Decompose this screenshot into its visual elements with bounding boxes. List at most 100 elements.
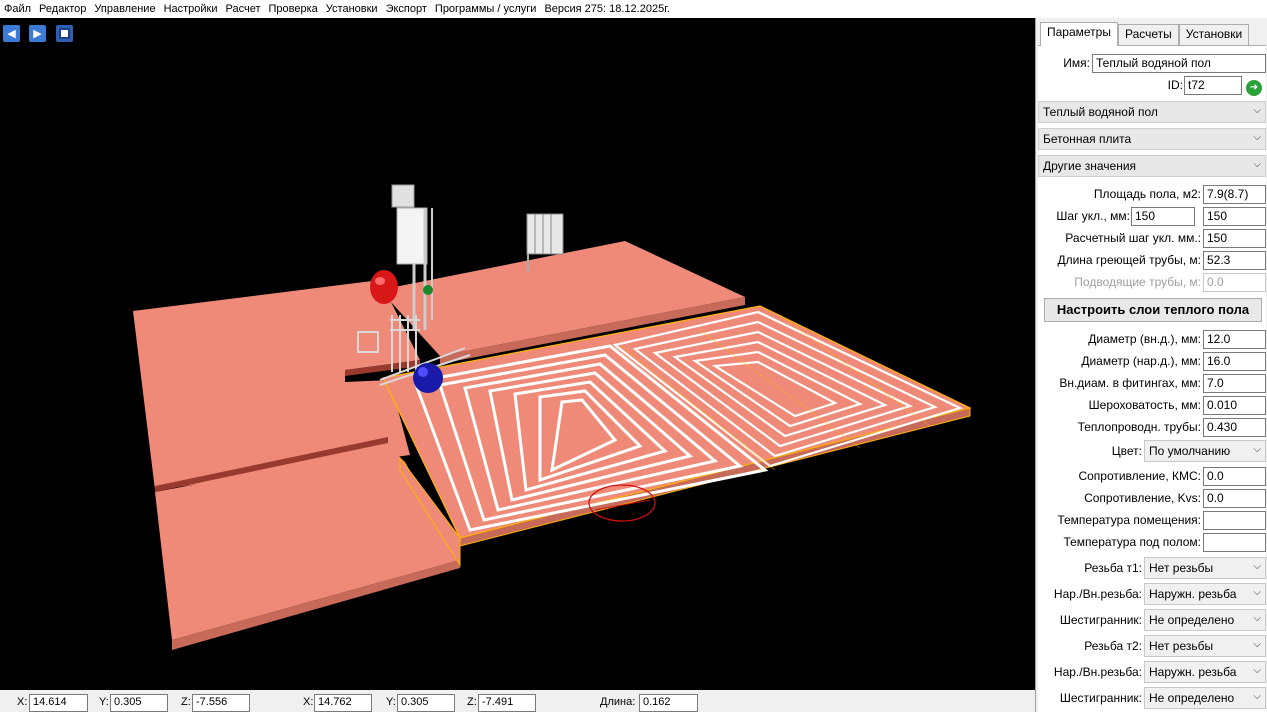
fitting-diameter-field[interactable]: 7.0 <box>1203 374 1266 393</box>
area-label: Площадь пола, м2: <box>1093 187 1201 201</box>
area-field[interactable]: 7.9(8.7) <box>1203 185 1266 204</box>
nv1-label: Нар./Вн.резьба: <box>1053 587 1142 601</box>
color-label: Цвет: <box>1111 444 1142 458</box>
other-values-dropdown[interactable]: Другие значения ⌵ <box>1038 155 1266 177</box>
menu-version: Версия 275: 18.12.2025г. <box>544 3 670 15</box>
thread1-label: Резьба т1: <box>1084 561 1142 575</box>
y2-label: Y: <box>386 696 396 708</box>
room-temp-field[interactable] <box>1203 511 1266 530</box>
y2-field[interactable]: 0.305 <box>397 694 455 712</box>
thread2-value: Нет резьбы <box>1149 639 1214 653</box>
chevron-down-icon: ⌵ <box>1253 132 1261 143</box>
configure-layers-button[interactable]: Настроить слои теплого пола <box>1044 298 1262 322</box>
pipe-length-label: Длина греющей трубы, м: <box>1057 253 1201 267</box>
id-field[interactable]: t72 <box>1184 76 1242 95</box>
hex1-select[interactable]: Не определено ⌵ <box>1144 609 1266 631</box>
chevron-down-icon: ⌵ <box>1253 159 1261 170</box>
other-values-value: Другие значения <box>1043 159 1137 173</box>
thread2-label: Резьба т2: <box>1084 639 1142 653</box>
kvs-label: Сопротивление, Kvs: <box>1084 491 1201 505</box>
viewport-3d[interactable]: ◀ ▶ <box>0 18 1035 690</box>
nv1-select[interactable]: Наружн. резьба ⌵ <box>1144 583 1266 605</box>
back-button[interactable]: ◀ <box>3 25 20 42</box>
kvs-field[interactable]: 0.0 <box>1203 489 1266 508</box>
step2-field[interactable]: 150 <box>1203 207 1266 226</box>
outer-diameter-label: Диаметр (нар.д.), мм: <box>1081 354 1201 368</box>
supply-pipes-label: Подводящие трубы, м: <box>1074 275 1201 289</box>
y1-field[interactable]: 0.305 <box>110 694 168 712</box>
hex1-label: Шестигранник: <box>1059 613 1142 627</box>
panel-tabs: Параметры Расчеты Установки <box>1040 22 1250 46</box>
menu-export[interactable]: Экспорт <box>384 3 433 15</box>
pipe-length-field[interactable]: 52.3 <box>1203 251 1266 270</box>
x2-field[interactable]: 14.762 <box>314 694 372 712</box>
save-button[interactable] <box>56 25 73 42</box>
under-floor-temp-label: Температура под полом: <box>1063 535 1201 549</box>
conductivity-field[interactable]: 0.430 <box>1203 418 1266 437</box>
x1-field[interactable]: 14.614 <box>29 694 88 712</box>
floppy-disk-icon <box>59 28 70 39</box>
name-field[interactable]: Теплый водяной пол <box>1092 54 1266 73</box>
step-label: Шаг укл., мм: <box>1056 209 1130 223</box>
x2-label: X: <box>303 696 314 708</box>
hex2-label: Шестигранник: <box>1059 691 1142 705</box>
menu-file[interactable]: Файл <box>2 3 37 15</box>
nv2-select[interactable]: Наружн. резьба ⌵ <box>1144 661 1266 683</box>
floor-scene[interactable] <box>0 18 1035 690</box>
base-type-dropdown[interactable]: Бетонная плита ⌵ <box>1038 128 1266 150</box>
z1-label: Z: <box>181 696 191 708</box>
menu-installations[interactable]: Установки <box>324 3 384 15</box>
menu-programs[interactable]: Программы / услуги <box>433 3 543 15</box>
menu-editor[interactable]: Редактор <box>37 3 92 15</box>
tab-installations[interactable]: Установки <box>1178 24 1250 46</box>
outer-diameter-field[interactable]: 16.0 <box>1203 352 1266 371</box>
inner-diameter-field[interactable]: 12.0 <box>1203 330 1266 349</box>
menu-control[interactable]: Управление <box>92 3 161 15</box>
supply-pipes-field: 0.0 <box>1203 273 1266 292</box>
room-temp-label: Температура помещения: <box>1057 513 1201 527</box>
base-type-value: Бетонная плита <box>1043 132 1132 146</box>
thread2-select[interactable]: Нет резьбы ⌵ <box>1144 635 1266 657</box>
nv1-value: Наружн. резьба <box>1149 587 1237 601</box>
kms-field[interactable]: 0.0 <box>1203 467 1266 486</box>
z2-field[interactable]: -7.491 <box>478 694 536 712</box>
tab-calculations[interactable]: Расчеты <box>1117 24 1179 46</box>
z2-label: Z: <box>467 696 477 708</box>
name-label: Имя: <box>1063 56 1090 70</box>
menu-settings[interactable]: Настройки <box>162 3 224 15</box>
step-field[interactable]: 150 <box>1131 207 1195 226</box>
length-field[interactable]: 0.162 <box>639 694 698 712</box>
inner-diameter-label: Диаметр (вн.д.), мм: <box>1088 332 1201 346</box>
calc-step-label: Расчетный шаг укл. мм.: <box>1065 231 1201 245</box>
z1-field[interactable]: -7.556 <box>192 694 250 712</box>
menu-check[interactable]: Проверка <box>267 3 324 15</box>
chevron-down-icon: ⌵ <box>1253 105 1261 116</box>
chevron-down-icon: ⌵ <box>1253 665 1261 676</box>
color-value: По умолчанию <box>1149 444 1231 458</box>
hex2-select[interactable]: Не определено ⌵ <box>1144 687 1266 709</box>
forward-button[interactable]: ▶ <box>29 25 46 42</box>
y1-label: Y: <box>99 696 109 708</box>
expansion-tank-blue <box>413 363 443 393</box>
thread1-value: Нет резьбы <box>1149 561 1214 575</box>
arrow-right-icon: ▶ <box>33 28 42 40</box>
calc-step-field[interactable]: 150 <box>1203 229 1266 248</box>
menu-calculation[interactable]: Расчет <box>224 3 267 15</box>
tab-parameters-body: Имя: Теплый водяной пол ID: t72 ➜ Теплый… <box>1038 45 1266 712</box>
thread1-select[interactable]: Нет резьбы ⌵ <box>1144 557 1266 579</box>
color-select[interactable]: По умолчанию ⌵ <box>1144 440 1266 462</box>
chevron-down-icon: ⌵ <box>1253 444 1261 455</box>
length-label: Длина: <box>600 696 636 708</box>
roughness-field[interactable]: 0.010 <box>1203 396 1266 415</box>
x1-label: X: <box>17 696 28 708</box>
floor-type-dropdown[interactable]: Теплый водяной пол ⌵ <box>1038 101 1266 123</box>
fitting-diameter-label: Вн.диам. в фитингах, мм: <box>1059 376 1201 390</box>
properties-panel: Параметры Расчеты Установки Имя: Теплый … <box>1035 18 1267 712</box>
nv2-label: Нар./Вн.резьба: <box>1053 665 1142 679</box>
hex1-value: Не определено <box>1149 613 1235 627</box>
roughness-label: Шероховатость, мм: <box>1088 398 1201 412</box>
under-floor-temp-field[interactable] <box>1203 533 1266 552</box>
kms-label: Сопротивление, КМС: <box>1078 469 1201 483</box>
arrow-right-circle-icon[interactable]: ➜ <box>1246 80 1262 96</box>
tab-parameters[interactable]: Параметры <box>1040 22 1118 46</box>
